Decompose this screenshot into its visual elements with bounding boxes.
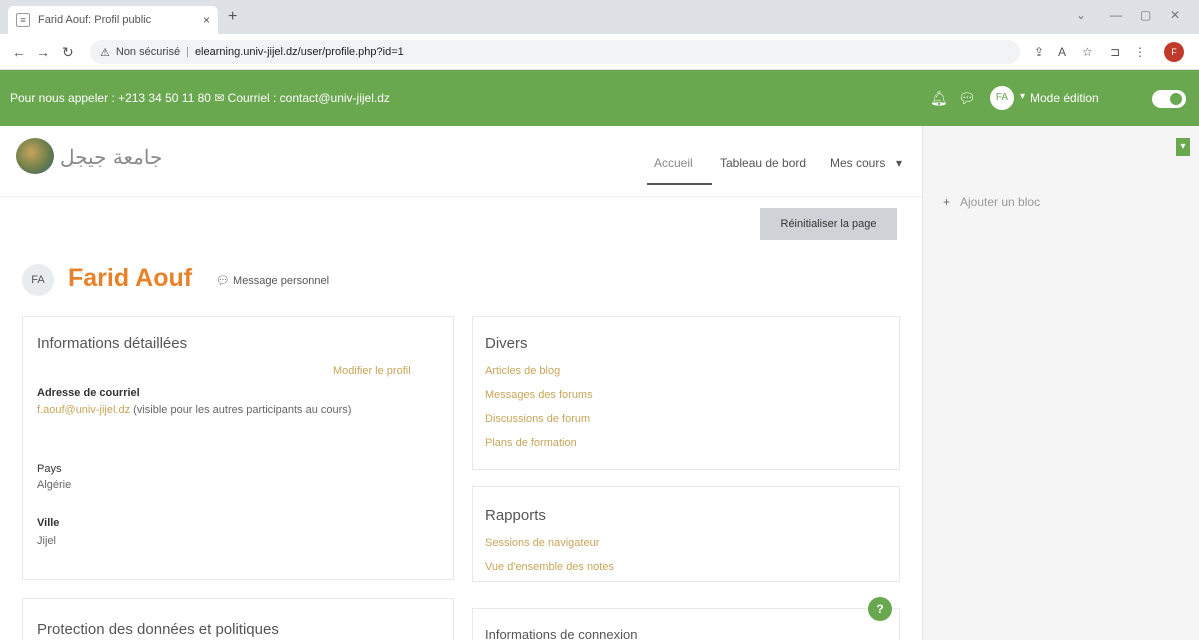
edit-profile-link[interactable]: Modifier le profil [333, 365, 411, 377]
nav-active-indicator [647, 183, 712, 185]
forum-posts-link[interactable]: Messages des forums [485, 389, 593, 401]
privacy-card: Protection des données et politiques [22, 598, 454, 640]
email-note: (visible pour les autres participants au… [133, 404, 352, 416]
back-icon[interactable]: ← [12, 44, 26, 60]
chevron-down-icon[interactable]: ▾ [1020, 91, 1025, 102]
country-label: Pays [37, 463, 62, 475]
nav-dashboard[interactable]: Tableau de bord [720, 156, 806, 170]
browser-tab-bar: ≡ Farid Aouf: Profil public × + ⌄ — ▢ ✕ [0, 0, 1199, 34]
warning-icon[interactable]: ⚠ [100, 46, 110, 59]
page-icon: ≡ [16, 13, 30, 27]
browser-profile-avatar[interactable]: F [1164, 42, 1184, 62]
omnibox[interactable]: ⚠ Non sécurisé | elearning.univ-jijel.dz… [90, 40, 1020, 64]
nav-my-courses[interactable]: Mes cours [830, 156, 885, 170]
profile-avatar: FA [22, 264, 54, 296]
notification-bell-icon[interactable]: 🔔︎ [930, 90, 948, 107]
browser-sessions-link[interactable]: Sessions de navigateur [485, 537, 599, 549]
omnibox-separator: | [186, 46, 189, 58]
address-bar: ← → ↻ ⚠ Non sécurisé | elearning.univ-ji… [0, 34, 1199, 70]
email-label: Adresse de courriel [37, 387, 140, 399]
nav-more-chevron-icon[interactable]: ▾ [896, 156, 902, 170]
extensions-icon[interactable]: ⋮ [1134, 45, 1146, 59]
blog-entries-link[interactable]: Articles de blog [485, 365, 560, 377]
toggle-knob [1170, 93, 1182, 105]
messages-icon[interactable]: 💬︎ [958, 90, 976, 107]
drawer-toggle-icon[interactable]: ▾ [1176, 138, 1190, 156]
message-button[interactable]: 💬︎ Message personnel [216, 274, 329, 287]
reload-icon[interactable]: ↻ [62, 44, 74, 61]
reports-title: Rapports [485, 507, 546, 524]
tab-search-icon[interactable]: ⌄ [1076, 8, 1086, 22]
browser-tab[interactable]: ≡ Farid Aouf: Profil public × [8, 6, 218, 34]
security-label[interactable]: Non sécurisé [116, 46, 180, 58]
city-label: Ville [37, 517, 60, 529]
details-title: Informations détaillées [37, 335, 188, 352]
university-logo[interactable] [16, 138, 54, 174]
sidepanel-icon[interactable]: ⊐ [1110, 45, 1120, 59]
add-block-button[interactable]: + Ajouter un bloc [943, 195, 1040, 209]
privacy-title: Protection des données et politiques [37, 621, 279, 638]
minimize-icon[interactable]: — [1110, 8, 1122, 22]
maximize-icon[interactable]: ▢ [1140, 8, 1151, 22]
edit-mode-label: Mode édition [1030, 91, 1099, 105]
help-button[interactable]: ? [868, 597, 892, 621]
forward-icon[interactable]: → [36, 44, 50, 60]
header-divider [0, 196, 922, 197]
url-text[interactable]: elearning.univ-jijel.dz/user/profile.php… [195, 46, 404, 58]
login-info-title: Informations de connexion [485, 627, 638, 640]
bookmark-star-icon[interactable]: ☆ [1082, 45, 1093, 59]
forum-discussions-link[interactable]: Discussions de forum [485, 413, 590, 425]
misc-card: Divers Articles de blog Messages des for… [472, 316, 900, 470]
city-value: Jijel [37, 535, 56, 547]
plus-icon: + [943, 195, 951, 209]
reports-card: Rapports Sessions de navigateur Vue d'en… [472, 486, 900, 582]
add-block-label: Ajouter un bloc [960, 195, 1041, 209]
user-avatar[interactable]: FA [990, 86, 1014, 110]
reset-page-button[interactable]: Réinitialiser la page [760, 208, 897, 240]
email-link[interactable]: f.aouf@univ-jijel.dz [37, 404, 130, 416]
site-top-bar: Pour nous appeler : +213 34 50 11 80 ✉ C… [0, 70, 1199, 126]
chat-icon: 💬︎ [216, 275, 234, 287]
edit-mode-toggle[interactable] [1152, 90, 1186, 108]
new-tab-button[interactable]: + [228, 8, 237, 26]
details-card: Informations détaillées Modifier le prof… [22, 316, 454, 580]
tab-close-icon[interactable]: × [203, 13, 210, 27]
profile-name: Farid Aouf [68, 264, 193, 292]
translate-icon[interactable]: A [1058, 45, 1066, 59]
nav-home[interactable]: Accueil [654, 156, 693, 170]
country-value: Algérie [37, 479, 72, 491]
learning-plans-link[interactable]: Plans de formation [485, 437, 577, 449]
close-window-icon[interactable]: ✕ [1170, 8, 1180, 22]
grades-overview-link[interactable]: Vue d'ensemble des notes [485, 561, 614, 573]
share-icon[interactable]: ⇪ [1034, 45, 1044, 59]
site-name[interactable]: جامعة جيجل [60, 145, 162, 169]
misc-title: Divers [485, 335, 528, 352]
message-label: Message personnel [233, 275, 330, 287]
tab-title: Farid Aouf: Profil public [38, 14, 152, 26]
contact-info: Pour nous appeler : +213 34 50 11 80 ✉ C… [10, 91, 390, 105]
login-info-card: Informations de connexion [472, 608, 900, 640]
email-row: f.aouf@univ-jijel.dz (visible pour les a… [37, 403, 427, 418]
